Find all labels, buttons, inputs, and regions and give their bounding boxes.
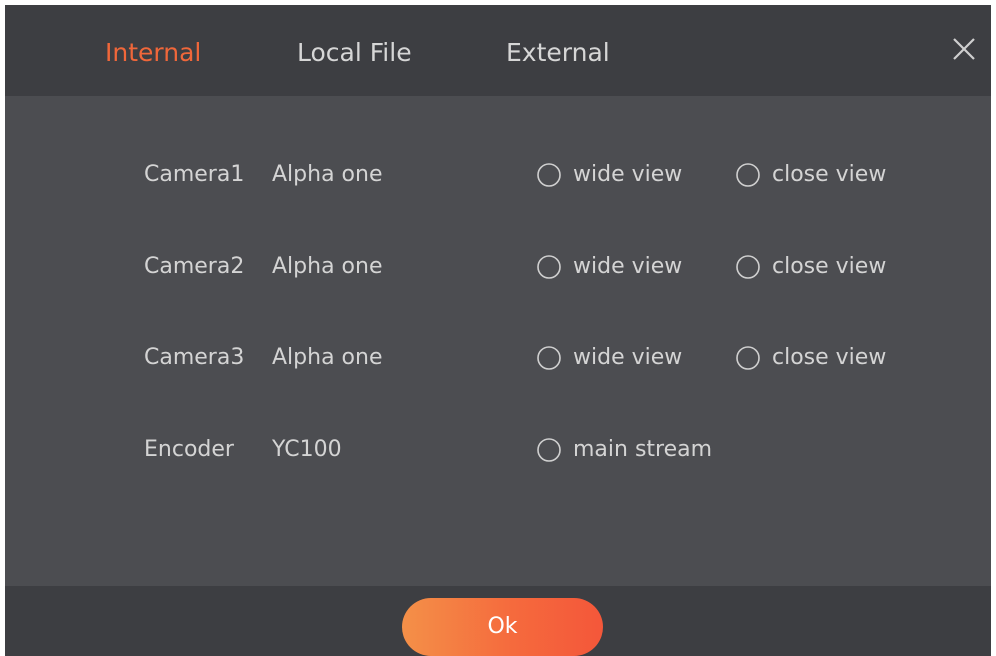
option-encoder-main-stream[interactable]: main stream: [536, 435, 731, 465]
option-camera3-close-view[interactable]: close view: [735, 343, 910, 373]
row-value-encoder: YC100: [272, 437, 342, 462]
option-label: close view: [772, 162, 887, 187]
row-label-camera3: Camera3: [144, 345, 245, 370]
row-value-camera1: Alpha one: [272, 162, 383, 187]
option-camera2-wide-view[interactable]: wide view: [536, 252, 706, 282]
radio-circle-icon: [537, 346, 561, 370]
close-button[interactable]: [945, 30, 985, 70]
tab-external[interactable]: External: [506, 33, 610, 73]
tab-local-file[interactable]: Local File: [297, 33, 412, 73]
source-dialog: Internal Local File External Camera1 Alp…: [5, 5, 991, 656]
row-value-camera2: Alpha one: [272, 254, 383, 279]
radio-circle-icon: [736, 255, 760, 279]
radio-circle-icon: [736, 346, 760, 370]
dialog-header: Internal Local File External: [5, 5, 991, 96]
option-camera1-close-view[interactable]: close view: [735, 160, 910, 190]
ok-button[interactable]: Ok: [402, 598, 603, 656]
option-label: close view: [772, 254, 887, 279]
row-label-encoder: Encoder: [144, 437, 234, 462]
option-camera2-close-view[interactable]: close view: [735, 252, 910, 282]
radio-circle-icon: [537, 163, 561, 187]
row-label-camera1: Camera1: [144, 162, 245, 187]
radio-circle-icon: [537, 255, 561, 279]
row-value-camera3: Alpha one: [272, 345, 383, 370]
option-label: main stream: [573, 437, 713, 462]
option-label: wide view: [573, 162, 683, 187]
option-label: wide view: [573, 345, 683, 370]
option-label: close view: [772, 345, 887, 370]
option-camera3-wide-view[interactable]: wide view: [536, 343, 706, 373]
close-icon: [953, 38, 975, 60]
dialog-footer: Ok: [5, 586, 991, 656]
option-camera1-wide-view[interactable]: wide view: [536, 160, 706, 190]
tab-internal[interactable]: Internal: [105, 33, 201, 73]
row-label-camera2: Camera2: [144, 254, 245, 279]
radio-circle-icon: [736, 163, 760, 187]
radio-circle-icon: [537, 438, 561, 462]
option-label: wide view: [573, 254, 683, 279]
